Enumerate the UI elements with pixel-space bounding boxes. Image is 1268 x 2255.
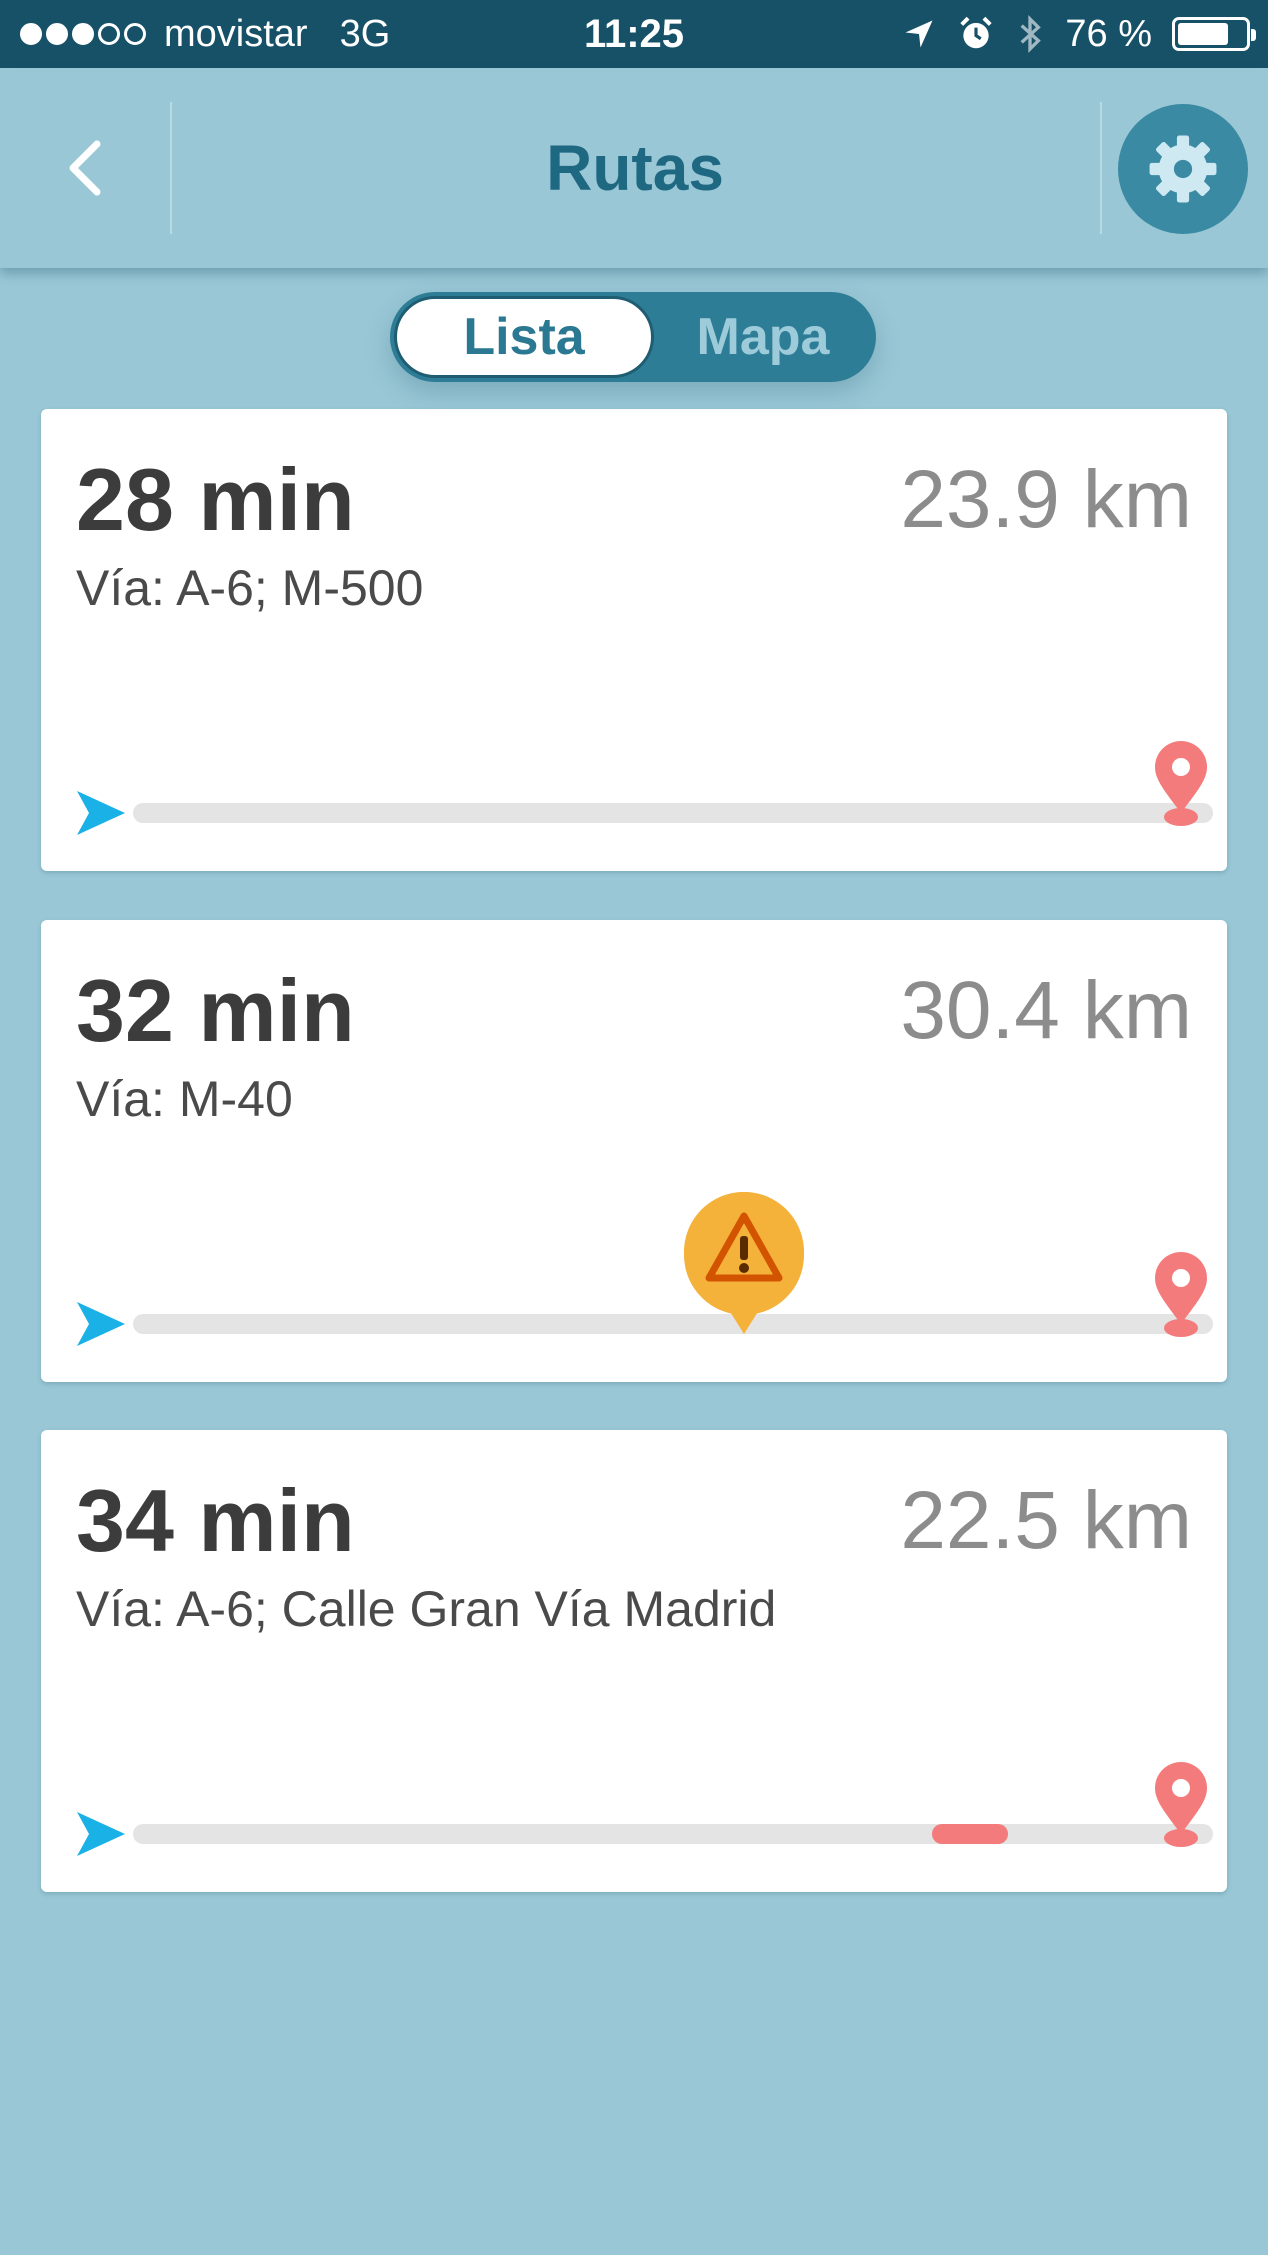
destination-pin-icon bbox=[1155, 1252, 1207, 1337]
traffic-segment bbox=[932, 1824, 1008, 1844]
gear-icon bbox=[1149, 135, 1217, 203]
route-progress-track bbox=[133, 803, 1213, 823]
back-button[interactable] bbox=[0, 68, 170, 268]
chevron-left-icon bbox=[69, 140, 101, 196]
battery-fill bbox=[1178, 23, 1229, 45]
route-distance: 30.4 km bbox=[900, 965, 1192, 1056]
header-divider-right bbox=[1100, 102, 1102, 234]
alarm-icon bbox=[960, 16, 993, 49]
destination-pin-icon bbox=[1155, 741, 1207, 826]
start-marker-icon bbox=[77, 1812, 125, 1856]
battery-icon bbox=[1172, 17, 1256, 51]
destination-pin-icon bbox=[1155, 1762, 1207, 1847]
start-marker-icon bbox=[77, 791, 125, 835]
route-time: 28 min bbox=[76, 450, 355, 549]
route-via: Vía: M-40 bbox=[76, 1071, 293, 1127]
route-distance: 23.9 km bbox=[900, 454, 1192, 545]
status-right: 76 % bbox=[901, 0, 1256, 68]
bluetooth-icon bbox=[1020, 14, 1042, 54]
route-progress-track bbox=[133, 1314, 1213, 1334]
route-card[interactable]: 28 min 23.9 km Vía: A-6; M-500 bbox=[41, 409, 1227, 871]
route-via: Vía: A-6; M-500 bbox=[76, 560, 424, 616]
warning-icon[interactable] bbox=[681, 1192, 807, 1342]
view-toggle: Lista Mapa bbox=[390, 292, 876, 382]
route-time: 32 min bbox=[76, 961, 355, 1060]
route-time: 34 min bbox=[76, 1471, 355, 1570]
page-title: Rutas bbox=[546, 132, 724, 204]
route-via: Vía: A-6; Calle Gran Vía Madrid bbox=[76, 1581, 777, 1637]
status-bar: movistar 3G 11:25 76 % bbox=[0, 0, 1268, 68]
tab-lista[interactable]: Lista bbox=[394, 296, 654, 378]
battery-percent: 76 % bbox=[1065, 12, 1152, 55]
route-distance: 22.5 km bbox=[900, 1475, 1192, 1566]
start-marker-icon bbox=[77, 1302, 125, 1346]
nav-header: Rutas bbox=[0, 68, 1268, 268]
route-card[interactable]: 34 min 22.5 km Vía: A-6; Calle Gran Vía … bbox=[41, 1430, 1227, 1892]
route-progress-track bbox=[133, 1824, 1213, 1844]
settings-button[interactable] bbox=[1118, 104, 1248, 234]
tab-mapa[interactable]: Mapa bbox=[654, 296, 872, 378]
route-card[interactable]: 32 min 30.4 km Vía: M-40 bbox=[41, 920, 1227, 1382]
location-arrow-icon bbox=[905, 20, 933, 48]
